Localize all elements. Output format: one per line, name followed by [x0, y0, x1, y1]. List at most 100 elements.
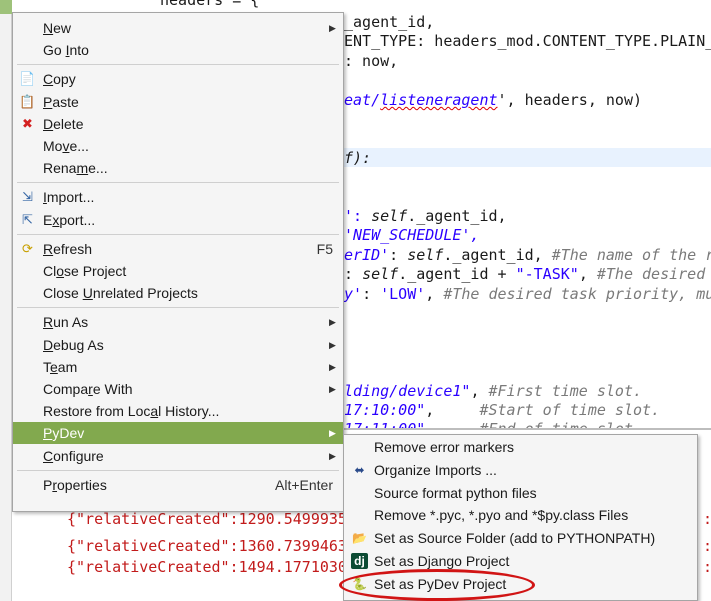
menu-item-refresh[interactable]: ⟳ Refresh F5 — [13, 238, 343, 260]
code-token: 'LOW' — [380, 285, 426, 303]
code-token: : — [389, 246, 408, 264]
code-token: #The desired — [596, 265, 706, 283]
submenu-item-remove-error-markers[interactable]: Remove error markers — [344, 436, 697, 458]
menu-item-export[interactable]: ⇱ Export... — [13, 209, 343, 231]
code-token: lding/device1" — [344, 382, 471, 400]
menu-item-close-unrelated-projects[interactable]: Close Unrelated Projects — [13, 282, 343, 304]
code-line: : now, — [344, 52, 398, 71]
menu-item-pydev[interactable]: PyDev ▶ — [13, 422, 343, 445]
current-line-highlight — [330, 148, 711, 167]
menu-item-label: Export... — [43, 211, 96, 228]
code-token: , — [470, 382, 489, 400]
submenu-arrow-icon: ▶ — [329, 317, 336, 328]
menu-item-new[interactable]: New ▶ — [13, 17, 343, 39]
submenu-item-label: Remove *.pyc, *.pyo and *$py.class Files — [374, 507, 629, 523]
source-folder-icon: 📂 — [352, 531, 367, 545]
submenu-item-set-as-django-project[interactable]: dj Set as Django Project — [344, 550, 697, 572]
console-line: {"relativeCreated":1494.17710304 — [67, 558, 356, 576]
menu-item-compare-with[interactable]: Compare With ▶ — [13, 378, 343, 400]
code-line: ': self._agent_id, — [344, 207, 507, 226]
console-line: {"relativeCreated":1360.73994636 — [67, 537, 356, 555]
menu-item-label: Paste — [43, 93, 79, 110]
submenu-arrow-icon: ▶ — [329, 384, 336, 394]
code-token: listeneragent — [380, 91, 498, 109]
code-token: : — [362, 285, 381, 303]
code-line: eat/listeneragent', headers, now) — [344, 91, 642, 110]
code-line: : self._agent_id + "-TASK", #The desired — [344, 265, 705, 284]
submenu-arrow-icon: ▶ — [329, 450, 336, 461]
console-cut-mark: : — [703, 510, 711, 528]
code-token: _agent_id, — [344, 13, 435, 31]
submenu-item-remove-pyc-pyo-and-py-class-files[interactable]: Remove *.pyc, *.pyo and *$py.class Files — [344, 504, 697, 526]
console-cut-mark: : — [703, 537, 711, 555]
code-token: f): — [344, 149, 372, 167]
code-token: , — [578, 265, 597, 283]
menu-item-label: Close Unrelated Projects — [43, 285, 198, 302]
menu-item-close-project[interactable]: Close Project — [13, 260, 343, 282]
code-token: ENT_TYPE: headers_mod.CONTENT_TYPE.PLAIN… — [344, 32, 711, 50]
menu-item-label: Compare With — [43, 381, 133, 397]
menu-item-debug-as[interactable]: Debug As ▶ — [13, 334, 343, 356]
menu-item-team[interactable]: Team ▶ — [13, 356, 343, 378]
menu-item-configure[interactable]: Configure ▶ — [13, 445, 343, 467]
menu-item-label: Debug As — [43, 336, 104, 353]
code-token: : — [344, 265, 363, 283]
submenu-item-label: Remove error markers — [374, 439, 515, 455]
package-explorer-strip — [0, 0, 12, 601]
code-token: self — [407, 246, 444, 264]
code-token: : now, — [344, 52, 399, 70]
menu-item-label: Run As — [43, 314, 89, 331]
code-line: lding/device1", #First time slot. — [344, 382, 642, 401]
code-token: 'NEW_SCHEDULE', — [344, 226, 480, 244]
code-line: 'NEW_SCHEDULE', — [344, 226, 479, 245]
menu-separator — [17, 64, 339, 66]
code-token: #First time slot. — [488, 382, 643, 400]
code-token: self — [362, 265, 399, 283]
code-token: self — [371, 207, 408, 225]
menu-item-rename[interactable]: Rename... — [13, 157, 343, 179]
submenu-item-label: Set as Source Folder (add to PYTHONPATH) — [374, 530, 656, 546]
submenu-arrow-icon: ▶ — [329, 23, 336, 33]
menu-item-label: Move... — [43, 138, 89, 154]
code-token: #The name of the r — [551, 246, 711, 264]
code-token: , — [425, 401, 480, 419]
menu-item-go-into[interactable]: Go Into — [13, 39, 343, 61]
delete-icon: ✖ — [22, 115, 33, 131]
highlight-annotation-ellipse — [339, 569, 535, 601]
menu-separator — [17, 233, 339, 235]
submenu-item-organize-imports[interactable]: ⬌ Organize Imports ... — [344, 459, 697, 481]
code-line: _agent_id, — [344, 13, 434, 32]
code-line: f): — [344, 149, 371, 168]
submenu-arrow-icon: ▶ — [329, 428, 336, 439]
code-token: #The desired task priority, mu — [443, 285, 711, 303]
menu-item-properties[interactable]: Properties Alt+Enter — [13, 474, 343, 496]
menu-item-label: Go Into — [43, 42, 89, 59]
code-token: , — [425, 285, 444, 303]
code-line-top: headers = { — [160, 0, 260, 9]
menu-item-label: Close Project — [43, 263, 127, 279]
menu-item-paste[interactable]: 📋 Paste — [13, 91, 343, 113]
menu-item-label: Copy — [43, 71, 76, 88]
menu-item-label: Properties — [43, 476, 107, 493]
shortcut-label: F5 — [316, 240, 333, 257]
menu-item-delete[interactable]: ✖ Delete — [13, 113, 343, 135]
submenu-item-source-format-python-files[interactable]: Source format python files — [344, 482, 697, 504]
submenu-item-set-as-source-folder-add-to-pythonpath[interactable]: 📂 Set as Source Folder (add to PYTHONPATH… — [344, 527, 697, 549]
menu-item-label: Rename... — [43, 160, 108, 177]
menu-item-import[interactable]: ⇲ Import... — [13, 186, 343, 208]
code-token: ._agent_id, — [443, 246, 552, 264]
code-line: y': 'LOW', #The desired task priority, m… — [344, 285, 711, 304]
menu-item-move[interactable]: Move... — [13, 135, 343, 157]
code-token: erID' — [344, 246, 390, 264]
menu-item-copy[interactable]: 📄 Copy — [13, 68, 343, 90]
submenu-arrow-icon: ▶ — [329, 339, 336, 350]
submenu-item-label: Source format python files — [374, 485, 537, 501]
organize-imports-icon: ⬌ — [354, 463, 365, 477]
django-icon: dj — [351, 553, 368, 569]
code-token: "-TASK" — [515, 265, 579, 283]
menu-item-restore-from-local-history[interactable]: Restore from Local History... — [13, 400, 343, 422]
code-token: #Start of time slot. — [479, 401, 661, 419]
menu-item-run-as[interactable]: Run As ▶ — [13, 311, 343, 333]
menu-item-label: Configure — [43, 447, 104, 464]
submenu-arrow-icon: ▶ — [329, 361, 336, 372]
